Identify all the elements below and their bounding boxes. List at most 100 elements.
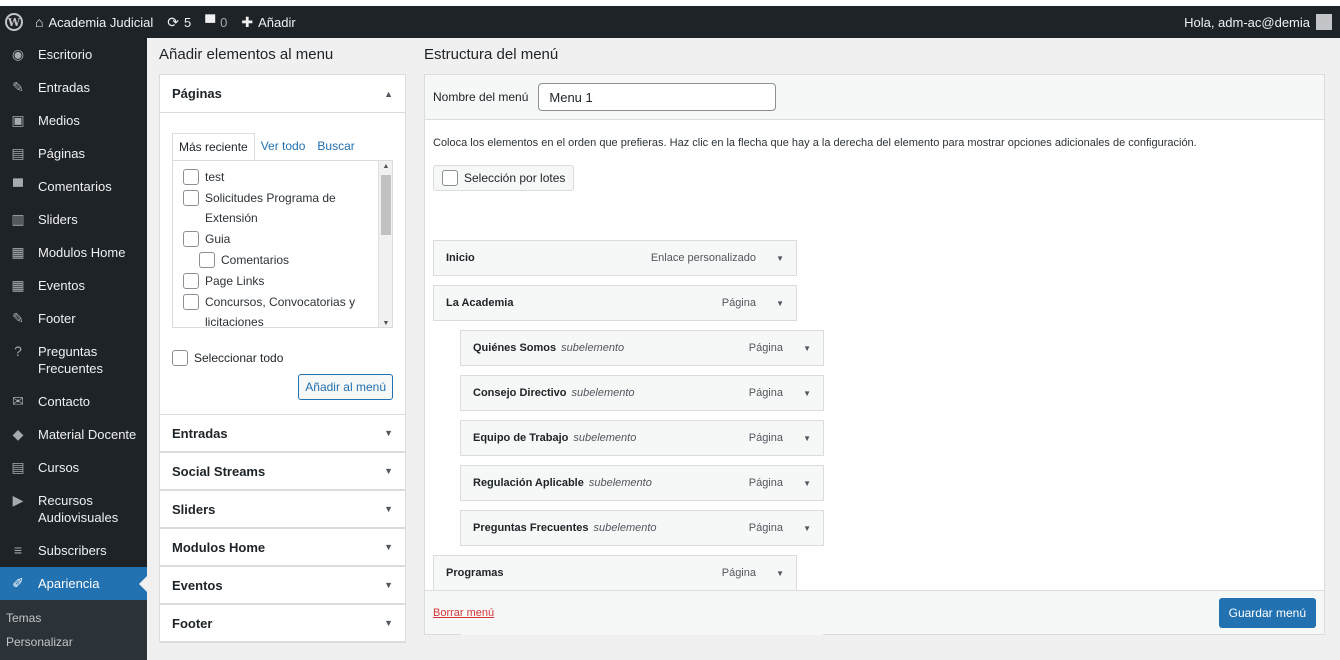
- sidebar-item-recursos-audiovisuales[interactable]: ▶ Recursos Audiovisuales: [0, 484, 147, 534]
- expand-arrow-icon[interactable]: ▼: [776, 569, 784, 578]
- accordion-sliders[interactable]: Sliders ▼: [160, 490, 405, 528]
- expand-arrow-icon[interactable]: ▼: [803, 344, 811, 353]
- sidebar-item-material-docente[interactable]: ◆ Material Docente: [0, 418, 147, 451]
- page-checklist-item[interactable]: Guia: [183, 229, 382, 249]
- menu-item-title: Regulación Aplicable: [473, 477, 584, 489]
- page-checkbox[interactable]: [199, 252, 215, 268]
- site-name-link[interactable]: ⌂ Academia Judicial: [28, 6, 160, 38]
- comment-icon: ▀: [13, 178, 23, 194]
- slider-icon: ▥: [11, 211, 25, 227]
- menu-item[interactable]: Inicio Enlace personalizado ▼: [433, 240, 797, 276]
- bulk-select-checkbox[interactable]: [442, 170, 458, 186]
- sidebar-item-medios[interactable]: ▣ Medios: [0, 104, 147, 137]
- expand-arrow-icon[interactable]: ▼: [803, 389, 811, 398]
- pin-icon: ✎: [12, 79, 24, 95]
- checklist-scrollbar[interactable]: ▲ ▼: [378, 161, 392, 327]
- add-to-menu-button[interactable]: Añadir al menú: [298, 374, 393, 400]
- appearance-submenu: Temas Personalizar: [0, 600, 147, 660]
- sidebar-item-contacto[interactable]: ✉ Contacto: [0, 385, 147, 418]
- page-checkbox[interactable]: [183, 169, 199, 185]
- page-checklist-item[interactable]: Comentarios: [183, 250, 382, 270]
- scroll-down-icon[interactable]: ▼: [379, 320, 392, 327]
- sidebar-item-label: Footer: [38, 311, 76, 326]
- sidebar-item-label: Cursos: [38, 460, 80, 475]
- menu-item-type: Página: [748, 342, 783, 354]
- accordion-title: Footer: [172, 615, 213, 631]
- chevron-down-icon: ▼: [384, 504, 393, 514]
- sidebar-item-páginas[interactable]: ▤ Páginas: [0, 137, 147, 170]
- page-checklist-item[interactable]: Solicitudes Programa de Extensión: [183, 188, 382, 228]
- scroll-up-icon[interactable]: ▲: [379, 163, 392, 170]
- education-icon: ◆: [12, 426, 24, 442]
- expand-arrow-icon[interactable]: ▼: [776, 254, 784, 263]
- page-checkbox[interactable]: [183, 231, 199, 247]
- scroll-thumb[interactable]: [381, 175, 391, 235]
- expand-arrow-icon[interactable]: ▼: [803, 524, 811, 533]
- submenu-item[interactable]: Personalizar: [0, 630, 147, 654]
- expand-arrow-icon[interactable]: ▼: [803, 479, 811, 488]
- comments-link[interactable]: ▀ 0: [198, 6, 234, 38]
- comment-icon: ▀: [205, 14, 216, 30]
- chevron-down-icon: ▼: [384, 618, 393, 628]
- accordion-title: Eventos: [172, 577, 223, 593]
- page-checkbox[interactable]: [183, 190, 199, 206]
- menu-item[interactable]: Programas Página ▼: [433, 555, 797, 591]
- sidebar-item-comentarios[interactable]: ▀ Comentarios: [0, 170, 147, 203]
- tab-most-recent[interactable]: Más reciente: [172, 133, 255, 161]
- accordion-modulos-home[interactable]: Modulos Home ▼: [160, 528, 405, 566]
- sidebar-item-preguntas-frecuentes[interactable]: ? Preguntas Frecuentes: [0, 335, 147, 385]
- select-all-checkbox[interactable]: [172, 350, 188, 366]
- menu-item-title: Preguntas Frecuentes: [473, 522, 589, 534]
- site-name-label: Academia Judicial: [48, 14, 154, 30]
- menu-item[interactable]: Consejo Directivo subelemento Página ▼: [460, 375, 824, 411]
- page-icon: ▤: [11, 459, 25, 475]
- pages-accordion-header[interactable]: Páginas ▲: [160, 75, 405, 113]
- menu-footer: Borrar menú Guardar menú: [425, 590, 1324, 634]
- sidebar-item-escritorio[interactable]: ◉ Escritorio: [0, 38, 147, 71]
- delete-menu-link[interactable]: Borrar menú: [433, 607, 494, 619]
- page-checklist-item[interactable]: Concursos, Convocatorias y licitaciones: [183, 292, 382, 327]
- sidebar-item-sliders[interactable]: ▥ Sliders: [0, 203, 147, 236]
- accordion-social-streams[interactable]: Social Streams ▼: [160, 452, 405, 490]
- menu-item[interactable]: La Academia Página ▼: [433, 285, 797, 321]
- menu-item[interactable]: Preguntas Frecuentes subelemento Página ▼: [460, 510, 824, 546]
- sidebar-item-label: Recursos Audiovisuales: [38, 493, 119, 525]
- tab-search[interactable]: Buscar: [311, 133, 360, 161]
- sidebar-item-footer[interactable]: ✎ Footer: [0, 302, 147, 335]
- expand-arrow-icon[interactable]: ▼: [776, 299, 784, 308]
- accordion-entradas[interactable]: Entradas ▼: [160, 414, 405, 452]
- my-account-link[interactable]: Hola, adm-ac@demia: [1184, 14, 1340, 30]
- sidebar-item-label: Sliders: [38, 212, 78, 227]
- sidebar-item-label: Contacto: [38, 394, 91, 409]
- video-icon: ▶: [12, 492, 24, 508]
- sidebar-item-entradas[interactable]: ✎ Entradas: [0, 71, 147, 104]
- tab-view-all[interactable]: Ver todo: [255, 133, 312, 161]
- submenu-item[interactable]: Temas: [0, 606, 147, 630]
- select-all-label: Seleccionar todo: [194, 351, 284, 365]
- page-label: test: [205, 170, 225, 184]
- select-all-row[interactable]: Seleccionar todo: [172, 348, 393, 368]
- sidebar-item-apariencia[interactable]: ✐ Apariencia: [0, 567, 147, 600]
- menu-item[interactable]: Quiénes Somos subelemento Página ▼: [460, 330, 824, 366]
- page-checklist-item[interactable]: Page Links: [183, 271, 382, 291]
- page-checkbox[interactable]: [183, 273, 199, 289]
- menu-item[interactable]: Equipo de Trabajo subelemento Página ▼: [460, 420, 824, 456]
- expand-arrow-icon[interactable]: ▼: [803, 434, 811, 443]
- bulk-select-button[interactable]: Selección por lotes: [433, 165, 575, 191]
- page-checkbox[interactable]: [183, 294, 199, 310]
- pages-accordion: Páginas ▲ Más reciente Ver todo Buscar t…: [159, 74, 406, 643]
- wordpress-logo-icon[interactable]: W: [0, 8, 28, 36]
- chevron-down-icon: ▼: [384, 542, 393, 552]
- sidebar-item-subscribers[interactable]: ≡ Subscribers: [0, 534, 147, 567]
- accordion-footer[interactable]: Footer ▼: [160, 604, 405, 642]
- page-checklist-item[interactable]: test: [183, 167, 382, 187]
- save-menu-button[interactable]: Guardar menú: [1218, 597, 1316, 628]
- sidebar-item-cursos[interactable]: ▤ Cursos: [0, 451, 147, 484]
- menu-name-input[interactable]: Menu 1: [538, 83, 777, 111]
- accordion-eventos[interactable]: Eventos ▼: [160, 566, 405, 604]
- updates-link[interactable]: ⟳ 5: [160, 6, 198, 38]
- menu-item[interactable]: Regulación Aplicable subelemento Página ▼: [460, 465, 824, 501]
- sidebar-item-modulos-home[interactable]: ▦ Modulos Home: [0, 236, 147, 269]
- new-content-link[interactable]: ✚ Añadir: [234, 6, 302, 38]
- sidebar-item-eventos[interactable]: ▦ Eventos: [0, 269, 147, 302]
